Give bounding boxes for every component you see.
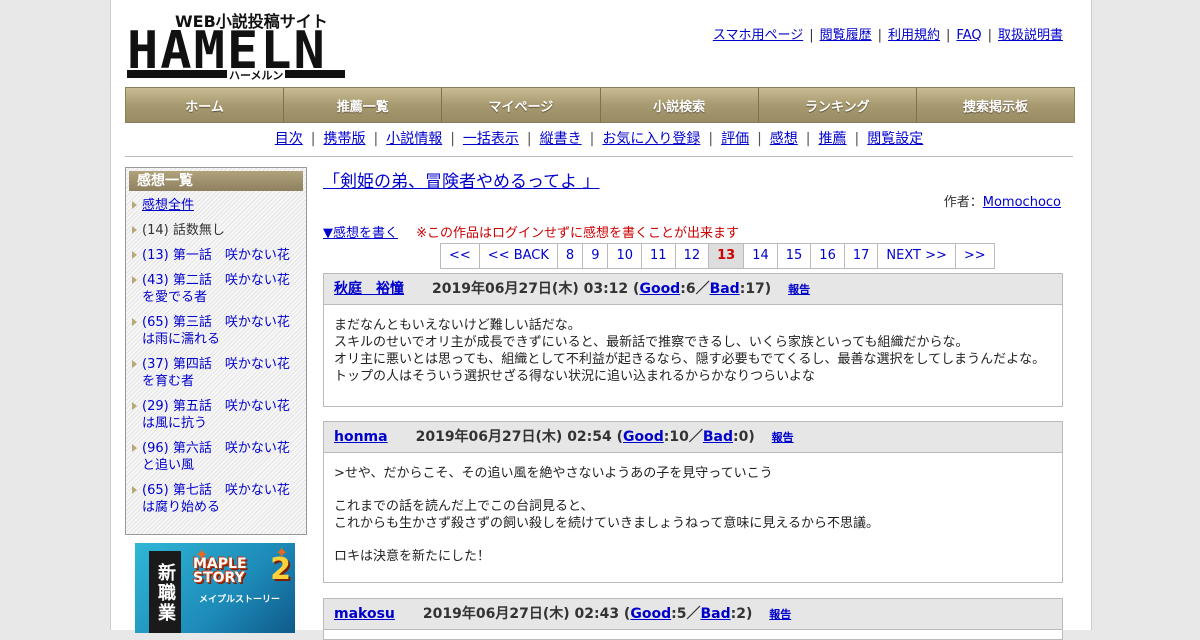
subnav-view-settings[interactable]: 閲覧設定 <box>867 131 923 147</box>
comments-sidebar: 感想一覧 感想全件 (14) 話数無し (13) 第一話 咲かない花 (43) … <box>125 167 307 535</box>
report-link[interactable]: 報告 <box>772 431 794 444</box>
nav-novel-search[interactable]: 小説検索 <box>600 88 759 122</box>
subnav-toc[interactable]: 目次 <box>275 131 303 147</box>
maple-leaf-icon: ✦ <box>275 543 289 562</box>
page-8[interactable]: 8 <box>557 244 584 268</box>
novel-title-link[interactable]: 「剣姫の弟、冒険者やめるってよ 」 <box>323 167 600 192</box>
novel-subnav: 目次 | 携帯版 | 小説情報 | 一括表示 | 縦書き | お気に入り登録 | 評価 | 感想 | 推薦 | 閲覧… <box>125 128 1073 157</box>
bullet-icon <box>132 360 137 368</box>
ad-job-label: 新職業 <box>149 551 181 633</box>
sidebar-title: 感想一覧 <box>129 171 303 191</box>
nav-ranking[interactable]: ランキング <box>758 88 917 122</box>
author-link[interactable]: Momochoco <box>983 195 1061 210</box>
comment-header: 秋庭 裕憧 2019年06月27日(木) 03:12 (Good:6／Bad:17… <box>324 274 1062 305</box>
page-14[interactable]: 14 <box>744 244 778 268</box>
comment-user-link[interactable]: 秋庭 裕憧 <box>334 281 404 297</box>
nav-search-board[interactable]: 捜索掲示板 <box>916 88 1075 122</box>
toplink-faq[interactable]: FAQ <box>956 28 981 43</box>
comment-date: 2019年06月27日(木) 02:54 <box>415 429 612 445</box>
comment-user-link[interactable]: makosu <box>334 606 395 622</box>
bad-link[interactable]: Bad <box>700 606 730 622</box>
bullet-icon <box>132 444 137 452</box>
comment-header: makosu 2019年06月27日(木) 02:43 (Good:5／Bad:2… <box>324 599 1062 630</box>
login-warning: ※この作品はログインせずに感想を書くことが出来ます <box>416 226 740 241</box>
bullet-icon <box>132 201 137 209</box>
svg-text:ハーメルン: ハーメルン <box>229 69 283 80</box>
good-link[interactable]: Good <box>623 429 664 445</box>
ad-brand-logo: MAPLE STORY 2 メイプルストーリー <box>193 552 291 606</box>
report-link[interactable]: 報告 <box>788 283 810 296</box>
write-comment-link[interactable]: ▼感想を書く <box>323 226 398 241</box>
bullet-icon <box>132 276 137 284</box>
page-container: WEB小説投稿サイト HAMELN ハーメルン スマホ用ページ | 閲覧履歴 | 利用規… <box>110 0 1092 640</box>
pagination: << << BACK 8 9 10 11 12 13 14 15 16 17 N… <box>440 243 995 269</box>
comment-date: 2019年06月27日(木) 02:43 <box>422 606 620 622</box>
bullet-icon <box>132 318 137 326</box>
toplink-terms[interactable]: 利用規約 <box>888 28 940 43</box>
page-9[interactable]: 9 <box>583 244 609 268</box>
comment-entry: 秋庭 裕憧 2019年06月27日(木) 03:12 (Good:6／Bad:17… <box>323 273 1063 407</box>
bullet-icon <box>132 251 137 259</box>
sidebar-item-ep5[interactable]: (29) 第五話 咲かない花は風に抗う <box>126 398 306 432</box>
sidebar-item-ep7[interactable]: (65) 第七話 咲かない花は腐り始める <box>126 482 306 516</box>
comment-entry: honma 2019年06月27日(木) 02:54 (Good:10／Bad:0… <box>323 421 1063 583</box>
top-links: スマホ用ページ | 閲覧履歴 | 利用規約 | FAQ | 取扱説明書 <box>712 28 1063 43</box>
comment-body: >せや、だからこそ、その追い風を絶やさないようあの子を見守っていこう これまでの… <box>334 466 879 564</box>
page-next[interactable]: NEXT >> <box>878 244 956 268</box>
sidebar-list: 感想全件 (14) 話数無し (13) 第一話 咲かない花 (43) 第二話 咲… <box>126 197 306 516</box>
comment-user-link[interactable]: honma <box>334 429 388 445</box>
subnav-comments[interactable]: 感想 <box>770 131 798 147</box>
subnav-vertical[interactable]: 縦書き <box>540 131 582 147</box>
comment-entry: makosu 2019年06月27日(木) 02:43 (Good:5／Bad:2… <box>323 598 1063 640</box>
global-nav: ホーム 推薦一覧 マイページ 小説検索 ランキング 捜索掲示板 <box>125 87 1075 123</box>
bad-link[interactable]: Bad <box>703 429 733 445</box>
write-comment-bar: ▼感想を書く ※この作品はログインせずに感想を書くことが出来ます <box>323 222 739 241</box>
page-last[interactable]: >> <box>955 244 995 268</box>
bullet-icon <box>132 486 137 494</box>
subnav-rating[interactable]: 評価 <box>721 131 749 147</box>
nav-home[interactable]: ホーム <box>126 88 285 122</box>
page-12[interactable]: 12 <box>675 244 710 268</box>
page-11[interactable]: 11 <box>642 244 676 268</box>
sidebar-item-ep3[interactable]: (65) 第三話 咲かない花は雨に濡れる <box>126 314 306 348</box>
good-link[interactable]: Good <box>630 606 671 622</box>
subnav-recommend[interactable]: 推薦 <box>819 131 847 147</box>
comment-header: honma 2019年06月27日(木) 02:54 (Good:10／Bad:0… <box>324 422 1062 453</box>
good-link[interactable]: Good <box>639 281 680 297</box>
page-10[interactable]: 10 <box>608 244 643 268</box>
page-17[interactable]: 17 <box>844 244 879 268</box>
maple-leaf-icon: ✦ <box>195 545 209 564</box>
maplestory-ad-banner[interactable]: 新職業 MAPLE STORY 2 メイプルストーリー ✦ ✦ <box>135 543 295 633</box>
bullet-icon <box>132 402 137 410</box>
sidebar-item-all[interactable]: 感想全件 <box>126 197 306 214</box>
page-back[interactable]: << BACK <box>479 244 558 268</box>
subnav-favorite[interactable]: お気に入り登録 <box>602 131 700 147</box>
bad-link[interactable]: Bad <box>710 281 740 297</box>
subnav-bulk-view[interactable]: 一括表示 <box>463 131 519 147</box>
sidebar-item-ep6[interactable]: (96) 第六話 咲かない花と追い風 <box>126 440 306 474</box>
comment-body: まだなんともいえないけど難しい話だな。 スキルのせいでオリ主が成長できずにいると… <box>334 318 1046 384</box>
sidebar-item-ep1[interactable]: (13) 第一話 咲かない花 <box>126 247 306 264</box>
report-link[interactable]: 報告 <box>769 608 791 621</box>
site-logo[interactable]: WEB小説投稿サイト HAMELN ハーメルン <box>127 10 347 82</box>
page-15[interactable]: 15 <box>777 244 812 268</box>
bullet-icon <box>132 226 137 234</box>
subnav-novel-info[interactable]: 小説情報 <box>386 131 442 147</box>
toplink-history[interactable]: 閲覧履歴 <box>820 28 872 43</box>
toplink-manual[interactable]: 取扱説明書 <box>998 28 1063 43</box>
hameln-logo-graphic: WEB小説投稿サイト HAMELN ハーメルン <box>127 12 345 82</box>
sidebar-item-ep2[interactable]: (43) 第二話 咲かない花を愛でる者 <box>126 272 306 306</box>
page-first[interactable]: << <box>441 244 480 268</box>
sidebar-item-no-episode: (14) 話数無し <box>126 222 306 239</box>
subnav-mobile[interactable]: 携帯版 <box>323 131 365 147</box>
sidebar-item-ep4[interactable]: (37) 第四話 咲かない花を育む者 <box>126 356 306 390</box>
toplink-smartphone[interactable]: スマホ用ページ <box>713 28 803 43</box>
nav-mypage[interactable]: マイページ <box>442 88 601 122</box>
author-line: 作者：Momochoco <box>943 195 1061 210</box>
page-current: 13 <box>709 244 745 268</box>
page-16[interactable]: 16 <box>811 244 845 268</box>
comment-date: 2019年06月27日(木) 03:12 <box>432 281 629 297</box>
nav-recommend-list[interactable]: 推薦一覧 <box>284 88 443 122</box>
